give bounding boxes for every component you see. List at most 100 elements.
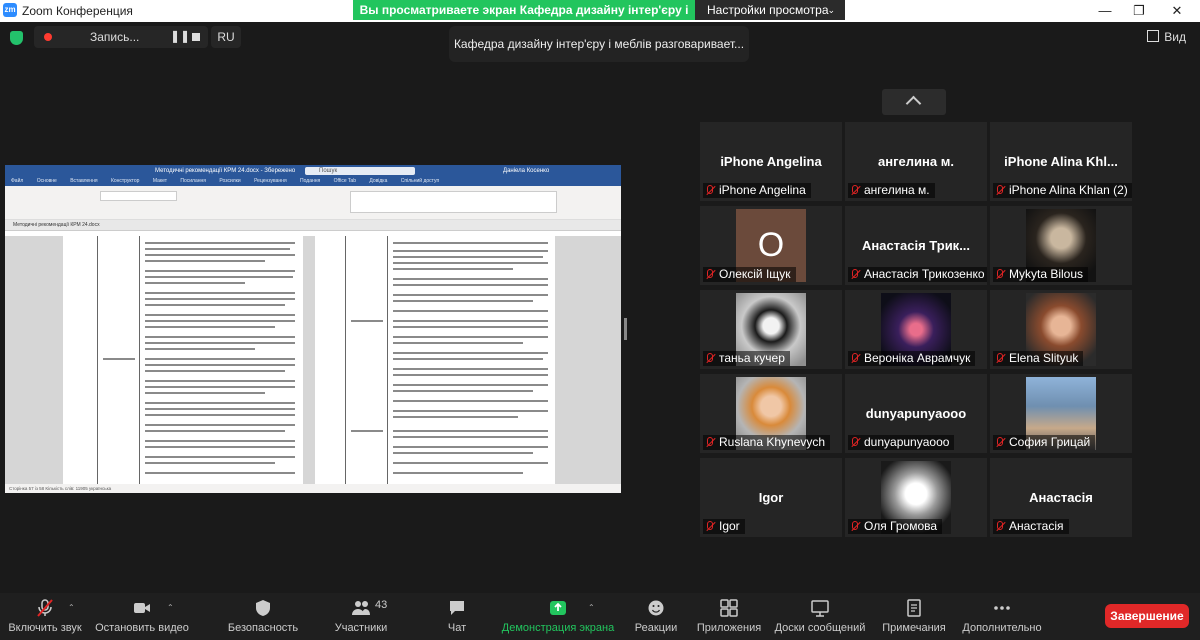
active-speaker-toast: Кафедра дизайну інтер'єру і меблів разго… <box>449 26 749 62</box>
participant-name: Олексій Іщук <box>719 267 791 281</box>
participant-tile[interactable]: iPhone Angelina iPhone Angelina <box>700 122 842 201</box>
notes-button[interactable]: Примечания <box>876 593 952 640</box>
security-button[interactable]: Безопасность <box>220 593 306 640</box>
word-document-title: Методичні рекомендації КРМ 24.docx - Збе… <box>155 168 296 174</box>
participant-name-label: Анастасія <box>993 519 1069 534</box>
participant-display-name: iPhone Angelina <box>720 154 822 169</box>
participant-display-name: Igor <box>758 490 784 505</box>
close-button[interactable]: ✕ <box>1162 2 1192 20</box>
camera-icon <box>134 603 150 613</box>
participant-tile[interactable]: Elena Slityuk <box>990 290 1132 369</box>
mic-muted-icon <box>707 437 713 446</box>
more-button[interactable]: Дополнительно <box>956 593 1048 640</box>
participant-tile[interactable]: Анастасія Анастасія <box>990 458 1132 537</box>
word-tab: Файл <box>11 178 24 184</box>
participant-tile[interactable]: таньа кучер <box>700 290 842 369</box>
word-styles-gallery <box>350 191 557 213</box>
mic-muted-icon <box>997 437 1003 446</box>
pause-recording-button[interactable]: ❚❚ <box>170 29 190 43</box>
mic-muted-icon <box>707 353 713 362</box>
apps-button[interactable]: Приложения <box>694 593 764 640</box>
word-page-right <box>315 236 555 484</box>
chat-button[interactable]: Чат <box>432 593 482 640</box>
app-title: Zoom Конференция <box>22 4 133 18</box>
mic-muted-icon <box>37 599 53 617</box>
word-status-bar: Сторінка 57 із 58 Кількість слів: 11905 … <box>5 484 621 493</box>
share-screen-button[interactable]: ⌃ Демонстрация экрана <box>500 593 616 640</box>
caret-up-icon[interactable]: ⌃ <box>167 603 174 612</box>
participant-tile[interactable]: Вероніка Аврамчук <box>845 290 987 369</box>
mic-muted-icon <box>852 437 858 446</box>
participant-tile[interactable]: ангелина м. ангелина м. <box>845 122 987 201</box>
word-user-name: Даніела Косенко <box>503 168 550 174</box>
participant-name: Оля Громова <box>864 519 938 533</box>
participant-name: Вероніка Аврамчук <box>864 351 971 365</box>
participant-name-label: Оля Громова <box>848 519 943 534</box>
participant-name: София Грицай <box>1009 435 1091 449</box>
word-document-tab: Методичні рекомендації КРМ 24.docx <box>5 220 621 231</box>
participant-tile[interactable]: Анастасія Трик... Анастасія Трикозенко <box>845 206 987 285</box>
participant-name-label: Вероніка Аврамчук <box>848 351 976 366</box>
mic-muted-icon <box>852 269 858 278</box>
stop-video-label: Остановить видео <box>95 622 189 634</box>
participant-name: dunyapunyaooo <box>864 435 950 449</box>
participant-name-label: dunyapunyaooo <box>848 435 955 450</box>
participant-tile[interactable]: Оля Громова <box>845 458 987 537</box>
participant-name-label: Igor <box>703 519 745 534</box>
notes-icon <box>907 599 921 617</box>
participant-name: Elena Slityuk <box>1009 351 1079 365</box>
more-dots-icon <box>994 606 1010 610</box>
participant-name: Igor <box>719 519 740 533</box>
participant-name-label: Mykyta Bilous <box>993 267 1089 282</box>
word-page-left <box>63 236 303 484</box>
chat-bubble-icon <box>450 601 464 615</box>
participant-tile[interactable]: dunyapunyaooo dunyapunyaooo <box>845 374 987 453</box>
record-dot-icon <box>44 33 52 41</box>
participants-button[interactable]: 43 Участники <box>326 593 396 640</box>
whiteboards-button[interactable]: Доски сообщений <box>770 593 870 640</box>
page-up-button[interactable] <box>882 89 946 115</box>
stop-video-button[interactable]: ⌃ Остановить видео <box>92 593 192 640</box>
reactions-button[interactable]: Реакции <box>626 593 686 640</box>
unmute-label: Включить звук <box>8 622 82 634</box>
participant-tile[interactable]: Mykyta Bilous <box>990 206 1132 285</box>
end-meeting-button[interactable]: Завершение <box>1105 604 1189 628</box>
word-ribbon <box>5 186 621 220</box>
unmute-button[interactable]: ⌃ Включить звук <box>0 593 90 640</box>
word-font-box <box>100 191 177 201</box>
participant-tile[interactable]: iPhone Alina Khl... iPhone Alina Khlan (… <box>990 122 1132 201</box>
split-view-divider[interactable] <box>624 318 627 340</box>
stop-recording-button[interactable] <box>192 33 200 41</box>
chat-label: Чат <box>447 622 467 634</box>
caret-up-icon[interactable]: ⌃ <box>68 603 75 612</box>
mic-muted-icon <box>852 185 858 194</box>
participant-name: iPhone Angelina <box>719 183 806 197</box>
participant-tile[interactable]: O Олексій Іщук <box>700 206 842 285</box>
language-button[interactable]: RU <box>211 26 241 48</box>
word-tab: Подання <box>300 178 321 184</box>
mic-muted-icon <box>997 185 1003 194</box>
mic-muted-icon <box>997 269 1003 278</box>
chevron-down-icon: ⌄ <box>827 5 835 15</box>
shared-screen: Методичні рекомендації КРМ 24.docx - Збе… <box>5 165 621 493</box>
participant-tile[interactable]: София Грицай <box>990 374 1132 453</box>
participant-tile[interactable]: Igor Igor <box>700 458 842 537</box>
zoom-logo-icon: zm <box>3 3 17 17</box>
participant-name-label: iPhone Angelina <box>703 183 811 198</box>
participant-tile[interactable]: Ruslana Khynevych <box>700 374 842 453</box>
recording-label: Запись... <box>90 30 140 44</box>
view-button[interactable]: Вид <box>1147 30 1186 44</box>
minimize-button[interactable]: — <box>1090 2 1120 20</box>
meeting-toolbar: ⌃ Включить звук ⌃ Остановить видео Безоп… <box>0 593 1200 640</box>
maximize-button[interactable]: ❐ <box>1124 2 1154 20</box>
whiteboard-icon <box>811 600 829 617</box>
word-ribbon-tabs: Файл Основне Вставлення Конструктор Маке… <box>5 177 621 186</box>
participant-name-label: София Грицай <box>993 435 1096 450</box>
view-options-button[interactable]: Настройки просмотра ⌄ <box>695 0 845 20</box>
word-tab: Рецензування <box>254 178 287 184</box>
caret-up-icon[interactable]: ⌃ <box>588 603 595 612</box>
security-shield-icon[interactable] <box>10 31 23 45</box>
mic-muted-icon <box>997 521 1003 530</box>
participant-name-label: таньа кучер <box>703 351 790 366</box>
participant-name: iPhone Alina Khlan (2) <box>1009 183 1128 197</box>
